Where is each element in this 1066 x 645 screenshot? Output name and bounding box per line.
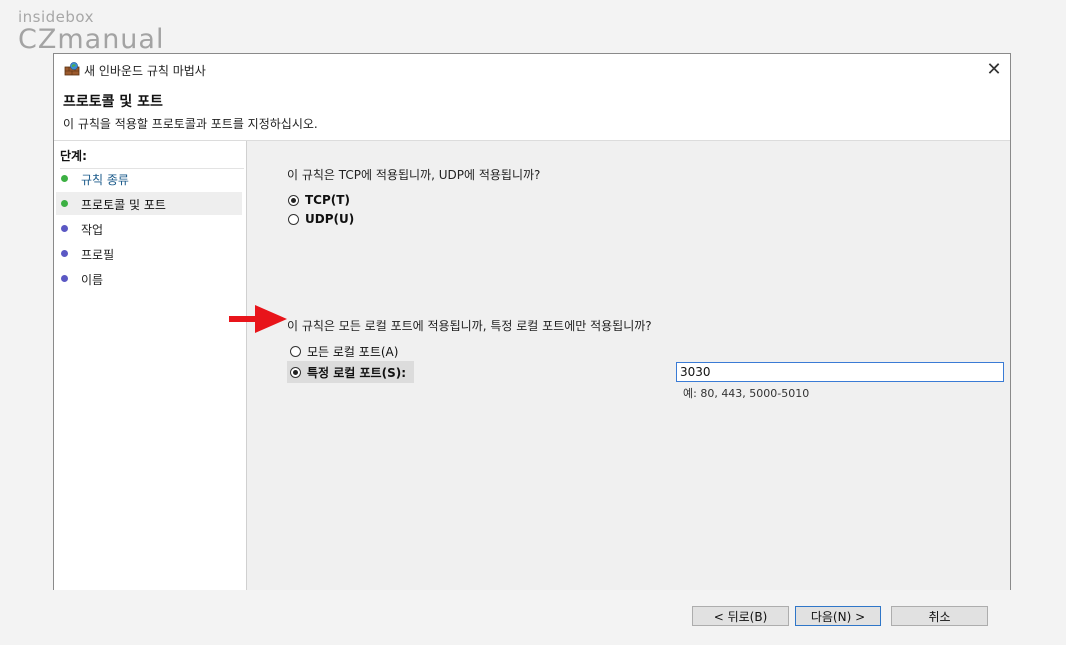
firewall-icon — [64, 62, 80, 76]
step-label: 프로필 — [81, 248, 115, 262]
radio-label: 모든 로컬 포트(A) — [307, 344, 399, 359]
step-name[interactable]: 이름 — [56, 267, 242, 290]
page-title: 프로토콜 및 포트 — [63, 94, 163, 110]
step-status-icon — [61, 200, 68, 207]
step-label: 규칙 종류 — [81, 173, 129, 187]
close-button[interactable]: ✕ — [978, 54, 1010, 84]
steps-panel: 단계: 규칙 종류 프로토콜 및 포트 작업 프로필 이름 — [54, 141, 247, 590]
step-protocol-and-ports[interactable]: 프로토콜 및 포트 — [56, 192, 242, 215]
radio-tcp[interactable]: TCP(T) — [288, 191, 350, 209]
radio-indicator — [290, 345, 301, 357]
step-rule-type[interactable]: 규칙 종류 — [56, 167, 242, 190]
radio-udp[interactable]: UDP(U) — [288, 210, 354, 228]
radio-specific-local-ports[interactable]: 특정 로컬 포트(S): — [287, 361, 415, 383]
window-title: 새 인바운드 규칙 마법사 — [84, 64, 206, 78]
ports-example-hint: 예: 80, 443, 5000-5010 — [683, 387, 810, 400]
radio-label: UDP(U) — [305, 212, 355, 226]
radio-indicator — [290, 366, 301, 378]
close-icon: ✕ — [986, 58, 1002, 80]
back-button[interactable]: < 뒤로(B) — [692, 606, 789, 626]
step-status-icon — [61, 175, 68, 182]
title-bar: 새 인바운드 규칙 마법사 ✕ — [54, 54, 1010, 84]
step-status-icon — [61, 225, 68, 232]
red-arrow-annotation-icon — [229, 305, 287, 333]
ports-question: 이 규칙은 모든 로컬 포트에 적용됩니까, 특정 로컬 포트에만 적용됩니까? — [287, 319, 652, 333]
radio-all-local-ports[interactable]: 모든 로컬 포트(A) — [290, 342, 398, 360]
radio-label: 특정 로컬 포트(S): — [307, 365, 407, 380]
step-action[interactable]: 작업 — [56, 217, 242, 240]
page-subtitle: 이 규칙을 적용할 프로토콜과 포트를 지정하십시오. — [63, 117, 318, 131]
radio-label: TCP(T) — [305, 193, 350, 207]
step-status-icon — [61, 275, 68, 282]
step-label: 이름 — [81, 273, 104, 287]
page-header: 프로토콜 및 포트 이 규칙을 적용할 프로토콜과 포트를 지정하십시오. — [54, 84, 1010, 141]
wizard-window: 새 인바운드 규칙 마법사 ✕ 프로토콜 및 포트 이 규칙을 적용할 프로토콜… — [53, 53, 1011, 626]
radio-indicator — [288, 213, 299, 225]
watermark-bottom: CZmanual — [18, 24, 165, 55]
step-profile[interactable]: 프로필 — [56, 242, 242, 265]
next-button[interactable]: 다음(N) > — [795, 606, 881, 626]
steps-heading: 단계: — [60, 147, 244, 169]
specific-ports-input[interactable] — [676, 362, 1004, 382]
cancel-button[interactable]: 취소 — [891, 606, 988, 626]
radio-indicator — [288, 194, 299, 206]
watermark-logo: insidebox CZmanual — [18, 8, 165, 55]
step-label: 작업 — [81, 223, 104, 237]
content-panel: 이 규칙은 TCP에 적용됩니까, UDP에 적용됩니까? TCP(T) UDP… — [247, 141, 1010, 626]
watermark-top: insidebox — [18, 8, 95, 26]
step-status-icon — [61, 250, 68, 257]
protocol-question: 이 규칙은 TCP에 적용됩니까, UDP에 적용됩니까? — [287, 168, 541, 182]
step-label: 프로토콜 및 포트 — [81, 198, 166, 212]
